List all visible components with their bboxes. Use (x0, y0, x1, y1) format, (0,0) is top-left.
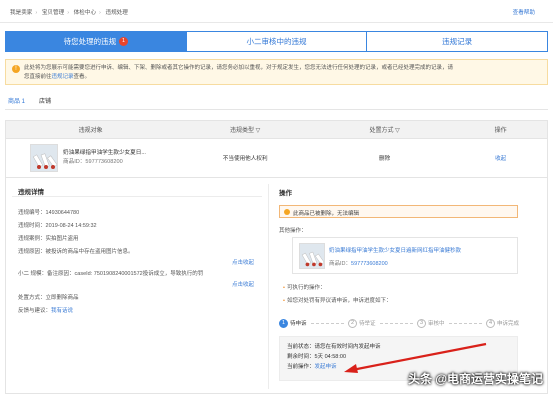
field-label: 违规时间： (18, 223, 46, 229)
staff-remark: 小二 规模：备注原因：caseId: 7501908240001572投诉成立，… (18, 271, 204, 277)
detail-field: 违规案例：实拍图片盗用 (18, 234, 79, 242)
warning-text: 此商品已被删除，无法编辑 (293, 211, 360, 217)
tab-label: 违规记录 (442, 37, 473, 46)
divider (0, 22, 553, 23)
appeal-progress: 1 待申诉 2 待举证 3 审核中 4 申诉完成 (279, 317, 519, 329)
product-title[interactable]: 奶油果绿指甲油学生款少女夏日... (63, 149, 146, 158)
start-appeal-link[interactable]: 发起申诉 (315, 364, 337, 370)
detail-field: 反馈与建议：我有话说 (18, 306, 73, 314)
step-label: 待申诉 (290, 321, 307, 327)
product-id: 商品ID：597773608200 (329, 259, 388, 267)
notice-text: 您直接前往 (24, 74, 52, 80)
detail-title: 违规详情 (18, 189, 44, 196)
feedback-link[interactable]: 我有话说 (51, 308, 73, 314)
collapse-link[interactable]: 收起 (454, 154, 547, 162)
product-card: 奶油果绿指甲油学生款少女夏日遍新网红指甲油健秒款 商品ID：5977736082… (292, 237, 518, 274)
step-number: 3 (417, 318, 426, 328)
deleted-warning: 此商品已被删除，无法编辑 (279, 205, 518, 218)
product-title-link[interactable]: 奶油果绿指甲油学生款少女夏日遍新网红指甲油健秒款 (329, 246, 461, 254)
step-label: 申诉完成 (497, 321, 520, 327)
field-label: 违规编号： (18, 210, 46, 216)
product-id-label: 商品ID： (329, 261, 352, 267)
can-do-text: 可执行的操作： (286, 285, 326, 291)
other-ops-label: 其他操作： (279, 228, 307, 234)
tab-under-review[interactable]: 小二审核中的违规 (186, 32, 368, 51)
field-value: 立即删除商品 (45, 295, 79, 301)
field-label: 处置方式： (18, 295, 46, 301)
notice-text: 查看。 (73, 74, 91, 80)
table-header: 违规对象 违规类型 ▽ 处置方式 ▽ 操作 (5, 120, 548, 139)
appeal-text: 如您对处罚有异议请申诉，申诉进度如下： (286, 298, 392, 304)
tab-pending[interactable]: 待您处理的违规 1 (6, 32, 187, 51)
breadcrumb: 我是卖家 › 宝贝管理 › 体检中心 › 违规处理 (10, 10, 128, 16)
product-id: 商品ID：597773608200 (63, 159, 123, 165)
field-label: 反馈与建议： (18, 308, 52, 314)
collapse-link[interactable]: 点击收起 (232, 258, 254, 266)
divider (5, 109, 548, 110)
step-evidence: 2 待举证 (348, 318, 376, 328)
step-number: 2 (348, 318, 357, 328)
sub-tabs: 商品 1 店铺 (8, 96, 51, 110)
field-value: 2019-08-24 14:59:32 (45, 223, 97, 229)
divider (12, 196, 262, 197)
detail-field: 违规原因：被投诉的商品中存在盗用图片信息。 (18, 247, 134, 255)
step-connector (379, 322, 413, 324)
collapse-link[interactable]: 点击收起 (232, 280, 254, 288)
product-thumbnail[interactable] (30, 144, 58, 172)
detail-field: 违规编号：14930644780 (18, 208, 79, 216)
step-connector (448, 322, 482, 324)
col-punish[interactable]: 处置方式 ▽ (315, 125, 454, 134)
field-value: 实拍图片盗用 (45, 236, 79, 242)
subtab-goods[interactable]: 商品 1 (8, 96, 26, 110)
notice-text: 此处将为您展示可能需要您进行申诉、编辑、下架、删除或者其它操作的记录，请您务必加… (24, 65, 454, 71)
col-op: 操作 (494, 128, 507, 134)
product-thumbnail[interactable] (299, 243, 325, 269)
main-tabs: 待您处理的违规 1 小二审核中的违规 违规记录 (5, 31, 548, 52)
subtab-shop[interactable]: 店铺 (39, 96, 51, 110)
field-value: 14930644780 (45, 210, 80, 216)
col-type[interactable]: 违规类型 ▽ (175, 125, 314, 134)
tab-label: 待您处理的违规 (63, 37, 117, 46)
appeal-note: • 如您对处罚有异议请申诉，申诉进度如下： (283, 298, 392, 304)
info-icon: ! (12, 65, 20, 73)
violation-records-link[interactable]: 违规记录 (52, 74, 74, 80)
operation-title: 操作 (279, 190, 292, 197)
breadcrumb-item[interactable]: 宝贝管理 (42, 10, 64, 16)
current-op-label: 当前操作： (287, 364, 315, 370)
step-label: 待举证 (359, 321, 376, 327)
step-number: 4 (486, 318, 495, 328)
step-pending-appeal: 1 待申诉 (279, 318, 307, 328)
field-value: 被投诉的商品中存在盗用图片信息。 (45, 249, 134, 255)
detail-field: 处置方式：立即删除商品 (18, 293, 79, 301)
col-object: 违规对象 (78, 128, 103, 134)
table-row: 奶油果绿指甲油学生款少女夏日... 商品ID：597773608200 不当使用… (5, 139, 548, 178)
breadcrumb-item[interactable]: 我是卖家 (10, 10, 32, 16)
divider (268, 184, 269, 389)
step-done: 4 申诉完成 (486, 318, 520, 328)
watermark: 头条 @电商运营实操笔记 (407, 372, 543, 386)
field-label: 违规原因： (18, 249, 46, 255)
warning-icon (284, 209, 290, 215)
punish-method: 删除 (379, 156, 391, 162)
violation-type: 不当使用他人权利 (222, 156, 268, 162)
field-label: 违规案例： (18, 236, 46, 242)
step-connector (310, 322, 344, 324)
can-do-label: • 可执行的操作： (283, 285, 326, 291)
step-label: 审核中 (428, 321, 445, 327)
product-id-link[interactable]: 597773608200 (351, 261, 388, 267)
notice-banner: ! 此处将为您展示可能需要您进行申诉、编辑、下架、删除或者其它操作的记录，请您务… (5, 59, 548, 85)
breadcrumb-item[interactable]: 体检中心 (74, 10, 96, 16)
tab-violation-records[interactable]: 违规记录 (367, 32, 548, 51)
step-reviewing: 3 审核中 (417, 318, 445, 328)
step-number: 1 (279, 318, 288, 328)
breadcrumb-current: 违规处理 (105, 10, 128, 16)
count-badge: 1 (119, 37, 129, 46)
detail-field: 违规时间：2019-08-24 14:59:32 (18, 221, 97, 229)
tab-label: 小二审核中的违规 (246, 37, 307, 46)
help-link[interactable]: 查看帮助 (513, 8, 535, 16)
